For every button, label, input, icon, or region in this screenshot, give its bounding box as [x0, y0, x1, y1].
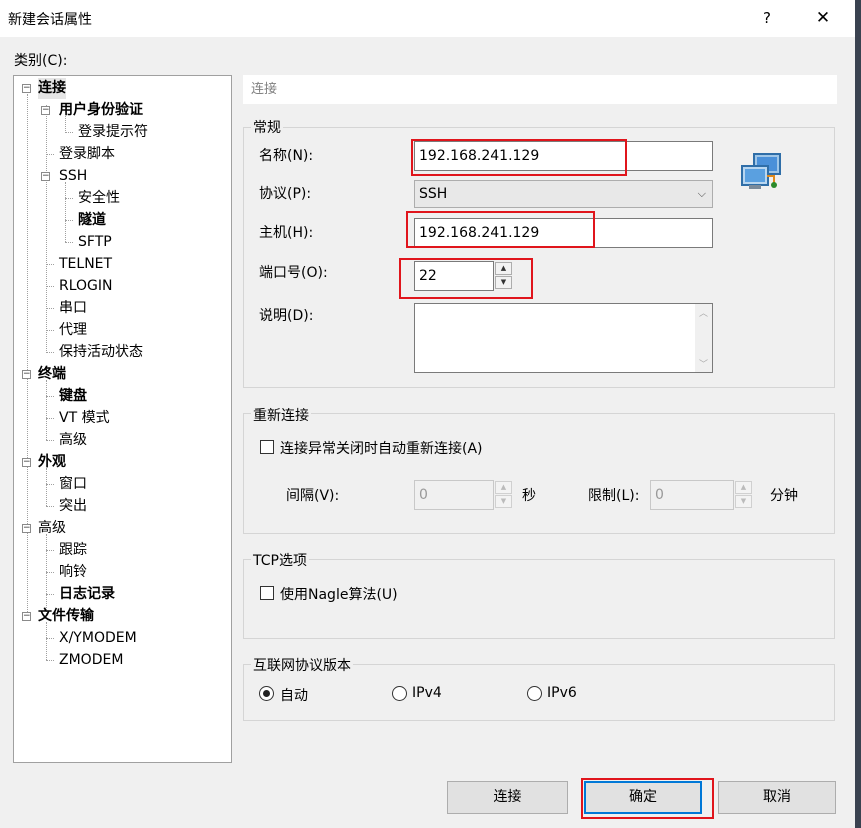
section-title: 连接 [243, 75, 837, 104]
interval-unit: 秒 [522, 488, 536, 504]
description-label: 说明(D): [259, 308, 314, 324]
host-highlight-box [406, 211, 595, 248]
title-bar: 新建会话属性 ? ✕ [0, 0, 855, 37]
tree-item-bell[interactable]: 响铃 [59, 562, 87, 583]
ip-v6-label[interactable]: IPv6 [547, 685, 577, 701]
close-button[interactable]: ✕ [805, 0, 841, 37]
name-highlight-box [411, 139, 627, 176]
port-highlight-box [399, 258, 533, 299]
tree-item-serial[interactable]: 串口 [59, 298, 87, 319]
protocol-label: 协议(P): [259, 186, 312, 202]
reconnect-group [243, 413, 835, 534]
spin-down-icon[interactable]: ▼ [495, 495, 512, 508]
interval-field[interactable]: 0 [414, 480, 494, 510]
tree-item-ssh[interactable]: SSH [59, 166, 87, 187]
expander-icon[interactable]: − [22, 612, 31, 621]
general-group-title: 常规 [251, 117, 283, 137]
tree-item-logging[interactable]: 日志记录 [59, 584, 115, 605]
tree-item-proxy[interactable]: 代理 [59, 320, 87, 341]
tree-item-appearance[interactable]: 外观 [38, 452, 66, 473]
tree-item-connection[interactable]: 连接 [38, 78, 66, 99]
ip-v4-radio[interactable] [392, 686, 407, 701]
description-field[interactable]: ︿ ﹀ [414, 303, 713, 373]
host-label: 主机(H): [259, 225, 314, 241]
name-label: 名称(N): [259, 148, 314, 164]
nagle-label[interactable]: 使用Nagle算法(U) [280, 584, 398, 604]
tree-item-login-prompts[interactable]: 登录提示符 [78, 122, 148, 143]
scroll-down-icon[interactable]: ﹀ [695, 357, 712, 370]
description-scrollbar[interactable]: ︿ ﹀ [695, 304, 712, 372]
tree-item-security[interactable]: 安全性 [78, 188, 120, 209]
spin-up-icon[interactable]: ▲ [735, 481, 752, 494]
interval-spinner[interactable]: ▲ ▼ [495, 481, 512, 508]
auto-reconnect-label[interactable]: 连接异常关闭时自动重新连接(A) [280, 438, 483, 458]
tree-item-user-auth[interactable]: 用户身份验证 [59, 100, 143, 121]
tree-item-zmodem[interactable]: ZMODEM [59, 650, 123, 671]
category-tree[interactable]: − − − − − − − 连接 用户身份验证 登录提示符 登录脚本 SSH 安… [13, 75, 232, 763]
expander-icon[interactable]: − [41, 172, 50, 181]
tcp-group-title: TCP选项 [251, 550, 309, 570]
tree-item-tunneling[interactable]: 隧道 [78, 210, 106, 231]
limit-field[interactable]: 0 [650, 480, 734, 510]
spin-up-icon[interactable]: ▲ [495, 481, 512, 494]
tree-item-window[interactable]: 窗口 [59, 474, 87, 495]
expander-icon[interactable]: − [41, 106, 50, 115]
tree-item-trace[interactable]: 跟踪 [59, 540, 87, 561]
ip-v4-label[interactable]: IPv4 [412, 685, 442, 701]
limit-label: 限制(L): [588, 488, 640, 504]
network-computers-icon [741, 153, 781, 189]
tree-item-vt-mode[interactable]: VT 模式 [59, 408, 110, 429]
interval-label: 间隔(V): [286, 488, 340, 504]
ip-auto-radio[interactable] [259, 686, 274, 701]
protocol-select-value: SSH [419, 186, 448, 202]
limit-unit: 分钟 [770, 488, 798, 504]
port-label: 端口号(O): [259, 265, 328, 281]
tree-item-file-transfer[interactable]: 文件传输 [38, 606, 94, 627]
tree-item-telnet[interactable]: TELNET [59, 254, 112, 275]
nagle-checkbox[interactable] [260, 586, 274, 600]
expander-icon[interactable]: − [22, 84, 31, 93]
window-title: 新建会话属性 [8, 12, 92, 28]
spin-down-icon[interactable]: ▼ [735, 495, 752, 508]
category-label: 类别(C): [14, 53, 68, 69]
ip-version-group-title: 互联网协议版本 [251, 655, 353, 675]
ip-v6-radio[interactable] [527, 686, 542, 701]
reconnect-group-title: 重新连接 [251, 405, 311, 425]
tree-item-terminal-advanced[interactable]: 高级 [59, 430, 87, 451]
expander-icon[interactable]: − [22, 524, 31, 533]
protocol-select[interactable]: SSH ⌵ [414, 180, 713, 208]
tree-item-highlight[interactable]: 突出 [59, 496, 87, 517]
auto-reconnect-checkbox[interactable] [260, 440, 274, 454]
scroll-up-icon[interactable]: ︿ [695, 306, 712, 319]
session-properties-dialog: 新建会话属性 ? ✕ 类别(C): − − − − − − − 连接 用户身份验… [0, 0, 855, 828]
tree-item-keyboard[interactable]: 键盘 [59, 386, 87, 407]
tree-item-advanced[interactable]: 高级 [38, 518, 66, 539]
ip-auto-label[interactable]: 自动 [280, 685, 308, 705]
ok-highlight-box [581, 778, 714, 819]
tree-item-login-script[interactable]: 登录脚本 [59, 144, 115, 165]
tree-item-sftp[interactable]: SFTP [78, 232, 112, 253]
connect-button[interactable]: 连接 [447, 781, 568, 814]
limit-spinner[interactable]: ▲ ▼ [735, 481, 752, 508]
tree-item-xymodem[interactable]: X/YMODEM [59, 628, 137, 649]
tree-item-terminal[interactable]: 终端 [38, 364, 66, 385]
cancel-button[interactable]: 取消 [718, 781, 836, 814]
help-button[interactable]: ? [752, 0, 782, 37]
tree-item-rlogin[interactable]: RLOGIN [59, 276, 113, 297]
tree-item-keepalive[interactable]: 保持活动状态 [59, 342, 143, 363]
expander-icon[interactable]: − [22, 458, 31, 467]
expander-icon[interactable]: − [22, 370, 31, 379]
chevron-down-icon: ⌵ [697, 187, 706, 200]
